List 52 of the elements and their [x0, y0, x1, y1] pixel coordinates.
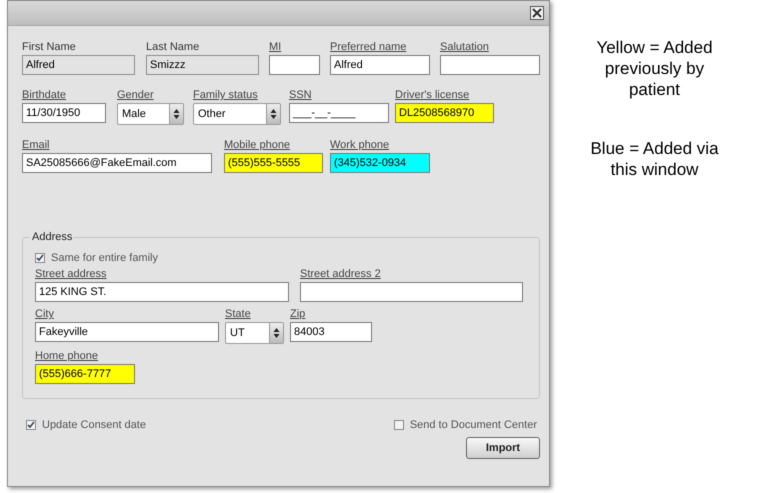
input-field[interactable]: SA25085666@FakeEmail.com — [22, 153, 212, 173]
checkbox[interactable] — [394, 420, 404, 430]
field-label: Salutation — [440, 41, 490, 55]
input-field[interactable]: 125 KING ST. — [35, 282, 289, 302]
checkbox-label: Same for entire family — [51, 252, 158, 264]
field-label: Email — [22, 139, 51, 153]
input-field[interactable]: ___-__-____ — [289, 103, 389, 123]
input-field[interactable]: 11/30/1950 — [22, 103, 106, 123]
input-field[interactable]: Alfred — [330, 55, 430, 75]
dropdown[interactable]: Male — [117, 103, 184, 125]
input-field[interactable] — [300, 282, 523, 302]
checkbox-label: Update Consent date — [42, 419, 146, 431]
field-label: Gender — [117, 89, 155, 103]
import-button[interactable]: Import — [466, 437, 540, 459]
field-label: Mobile phone — [224, 139, 292, 153]
field-label: Birthdate — [22, 89, 68, 103]
input-field[interactable]: (345)532-0934 — [330, 153, 430, 173]
legend-note: Blue = Added via this window — [589, 138, 720, 180]
checkbox[interactable] — [26, 420, 36, 430]
field-label: SSN — [289, 89, 313, 103]
field-label: Zip — [290, 308, 306, 322]
input-field[interactable]: 84003 — [290, 322, 372, 342]
field-label: Street address 2 — [300, 268, 382, 282]
spin-arrows-icon — [266, 104, 280, 124]
field-label: Street address — [35, 268, 108, 282]
input-field[interactable]: Alfred — [22, 55, 135, 75]
group-title: Address — [30, 231, 74, 243]
checkbox[interactable] — [35, 253, 45, 263]
field-label: Last Name — [146, 41, 200, 55]
input-field[interactable] — [440, 55, 540, 75]
field-label: Home phone — [35, 350, 99, 364]
input-field[interactable]: (555)666-7777 — [35, 364, 135, 384]
field-label: Preferred name — [330, 41, 408, 55]
input-field[interactable]: (555)555-5555 — [224, 153, 323, 173]
legend-note: Yellow = Added previously by patient — [595, 37, 714, 100]
close-button[interactable] — [530, 6, 544, 20]
field-label: MI — [269, 41, 282, 55]
input-field[interactable]: DL2508568970 — [395, 103, 494, 123]
dropdown[interactable]: Other — [193, 103, 281, 125]
field-label: Driver's license — [395, 89, 470, 103]
spin-arrows-icon — [169, 104, 183, 124]
field-label: Work phone — [330, 139, 390, 153]
input-field[interactable]: Fakeyville — [35, 322, 219, 342]
spin-arrows-icon — [269, 323, 283, 343]
field-label: City — [35, 308, 55, 322]
field-label: State — [225, 308, 252, 322]
dropdown[interactable]: UT — [225, 322, 284, 344]
field-label: First Name — [22, 41, 77, 55]
field-label: Family status — [193, 89, 259, 103]
checkbox-label: Send to Document Center — [410, 419, 537, 431]
input-field[interactable]: Smizzz — [146, 55, 259, 75]
input-field[interactable] — [269, 55, 320, 75]
